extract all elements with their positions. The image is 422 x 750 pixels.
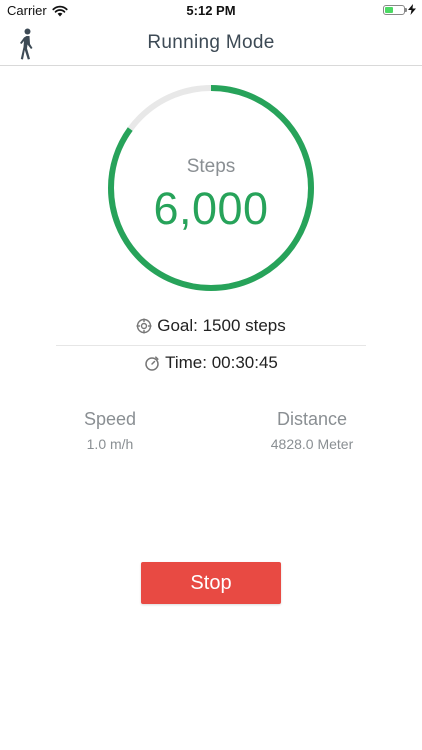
battery-icon [383,4,407,15]
time-row: Time: 00:30:45 [0,353,422,373]
target-icon [136,318,152,334]
status-bar: Carrier 5:12 PM [0,0,422,22]
time-text: Time: 00:30:45 [165,353,278,372]
status-right [383,4,416,15]
divider [56,345,366,346]
speed-label: Speed [83,409,137,429]
charging-bolt-icon [408,4,416,15]
stopwatch-icon [145,356,159,371]
distance-stat: Distance 4828.0 Meter [252,409,372,452]
goal-text: Goal: 1500 steps [157,316,286,335]
speed-stat: Speed 1.0 m/h [60,409,160,452]
navigation-bar: Running Mode [0,22,422,66]
status-time: 5:12 PM [186,3,236,18]
goal-row: Goal: 1500 steps [0,316,422,336]
steps-value: 6,000 [153,183,269,234]
distance-label: Distance [276,409,348,429]
page-title: Running Mode [147,32,275,53]
running-mode-screen: Carrier 5:12 PM Running Mode Steps 6,000… [0,0,422,750]
stop-button[interactable]: Stop [141,562,281,604]
speed-value: 1.0 m/h [86,436,134,452]
steps-label: Steps [186,156,236,177]
distance-value: 4828.0 Meter [270,436,354,452]
